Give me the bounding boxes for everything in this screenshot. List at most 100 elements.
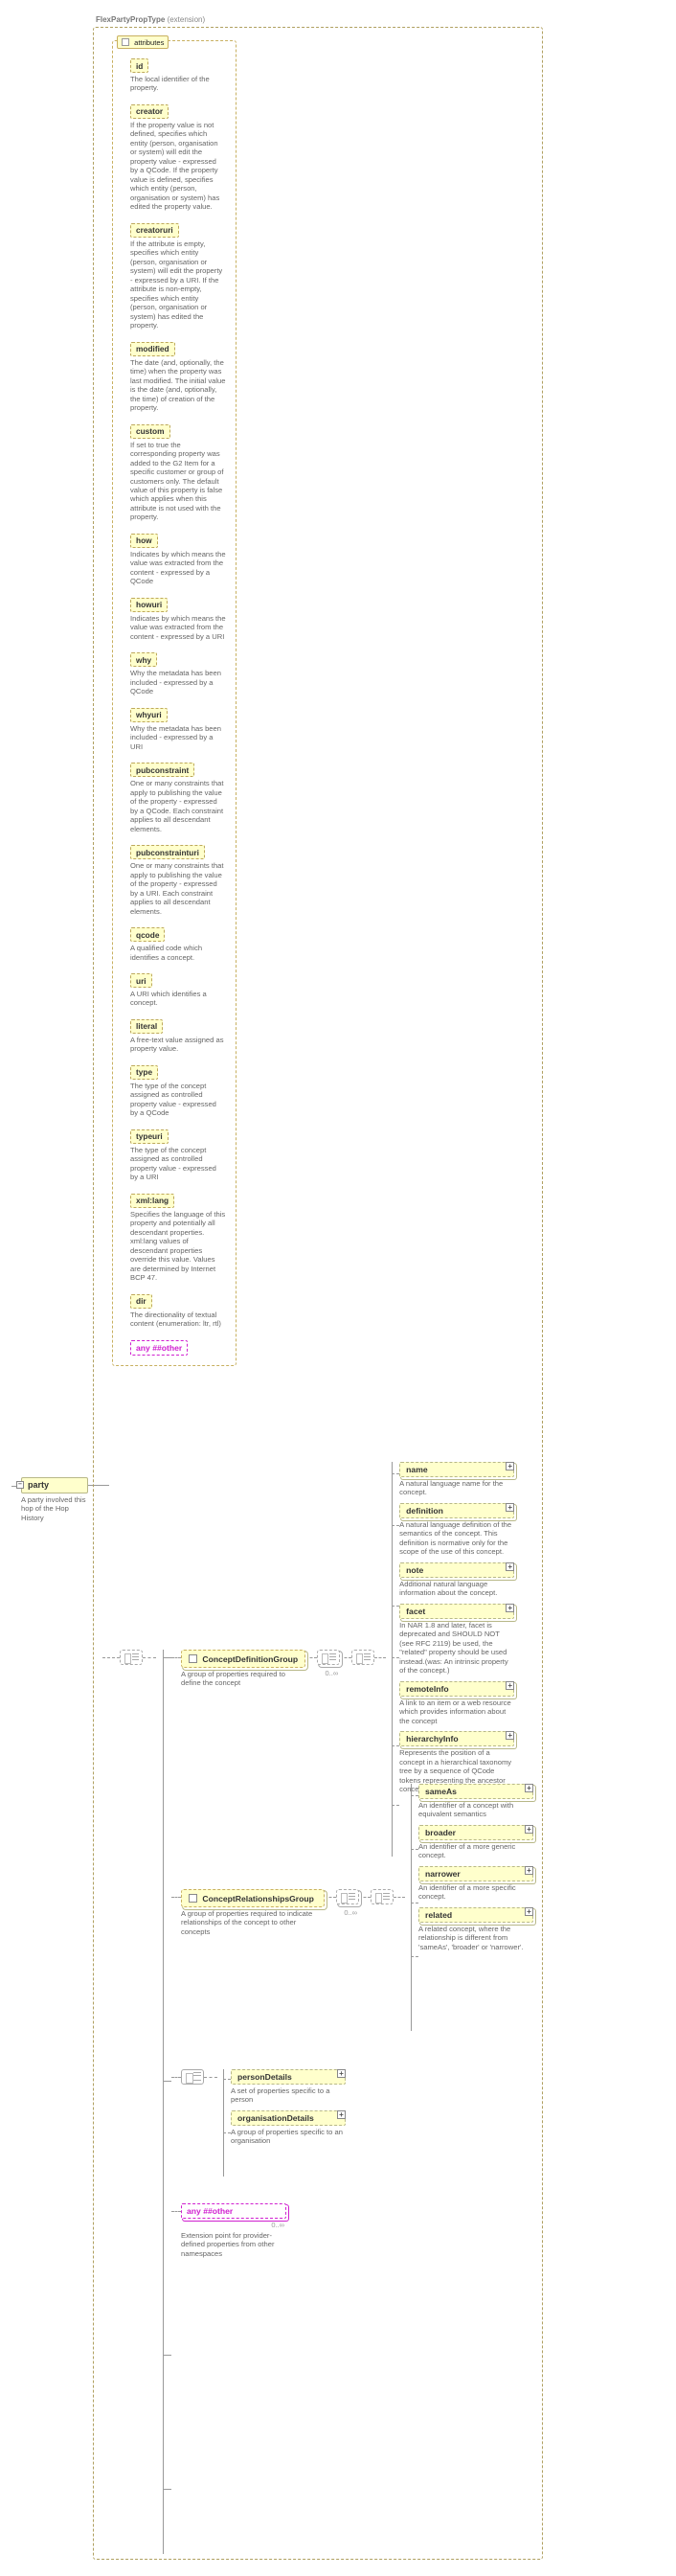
attribute-name[interactable]: why	[130, 652, 157, 667]
attributes-header[interactable]: attributes	[117, 35, 169, 49]
occurrence: 0..∞	[336, 1908, 359, 1917]
attribute-name[interactable]: id	[130, 58, 148, 73]
element-box[interactable]: note	[399, 1562, 514, 1578]
element-box[interactable]: organisationDetails	[231, 2110, 346, 2126]
attribute-id: id The local identifier of the property.	[130, 58, 229, 93]
attribute-doc: If the property value is not defined, sp…	[130, 121, 226, 212]
expand-icon[interactable]	[506, 1731, 514, 1740]
element-box[interactable]: broader	[418, 1825, 533, 1840]
attribute-name[interactable]: creatoruri	[130, 223, 179, 238]
attribute-name[interactable]: qcode	[130, 927, 165, 942]
sequence-icon	[351, 1650, 374, 1665]
element-box[interactable]: hierarchyInfo	[399, 1731, 514, 1746]
attribute-name[interactable]: uri	[130, 973, 152, 988]
element-box[interactable]: name	[399, 1462, 514, 1477]
attribute-doc: Indicates by which means the value was e…	[130, 550, 226, 586]
sequence-icon	[317, 1650, 340, 1665]
expand-icon[interactable]	[525, 1866, 533, 1875]
sequence-icon	[336, 1889, 359, 1904]
extension-label: FlexPartyPropType (extension)	[96, 15, 205, 24]
extension-typename: FlexPartyPropType	[96, 15, 165, 24]
attribute-qcode: qcode A qualified code which identifies a…	[130, 927, 229, 962]
attribute-doc: Specifies the language of this property …	[130, 1210, 226, 1283]
attribute-creatoruri: creatoruriIf the attribute is empty, spe…	[130, 223, 229, 331]
attribute-doc: Why the metadata has been included - exp…	[130, 724, 226, 751]
element-box[interactable]: definition	[399, 1503, 514, 1518]
expand-icon[interactable]	[506, 1462, 514, 1470]
element-box[interactable]: sameAs	[418, 1784, 533, 1799]
attribute-doc: The type of the concept assigned as cont…	[130, 1146, 226, 1182]
attribute-doc: A qualified code which identifies a conc…	[130, 944, 226, 962]
element-box[interactable]: narrower	[418, 1866, 533, 1881]
attribute-why: why Why the metadata has been included - …	[130, 652, 229, 695]
attribute-name[interactable]: pubconstrainturi	[130, 845, 205, 859]
element-name: nameA natural language name for the conc…	[399, 1462, 514, 1497]
group-label: ConceptDefinitionGroup	[202, 1654, 298, 1664]
attribute-name[interactable]: howuri	[130, 598, 168, 612]
element-doc: An identifier of a concept with equivale…	[418, 1801, 533, 1819]
attribute-name[interactable]: dir	[130, 1294, 152, 1309]
attribute-name[interactable]: pubconstraint	[130, 763, 194, 777]
attribute-typeuri: typeuri The type of the concept assigned …	[130, 1129, 229, 1182]
attribute-wildcard: any ##other	[130, 1340, 229, 1356]
attribute-name[interactable]: whyuri	[130, 708, 168, 722]
group-conceptrelationships[interactable]: ConceptRelationshipsGroup	[181, 1889, 325, 1907]
attribute-dir: dirThe directionality of textual content…	[130, 1294, 229, 1329]
collapse-icon[interactable]	[122, 38, 129, 46]
element-organisationdetails: organisationDetails A group of properties…	[231, 2110, 346, 2146]
element-box[interactable]: personDetails	[231, 2069, 346, 2085]
attribute-doc: One or many constraints that apply to pu…	[130, 779, 226, 833]
attribute-pubconstrainturi: pubconstrainturiOne or many constraints …	[130, 845, 229, 916]
element-broader: broaderAn identifier of a more generic c…	[418, 1825, 533, 1860]
element-doc: A set of properties specific to a person	[231, 2086, 346, 2105]
wildcard-any-other[interactable]: any ##other	[130, 1340, 188, 1356]
expand-icon[interactable]	[525, 1907, 533, 1916]
expand-icon[interactable]	[337, 2069, 346, 2078]
element-box[interactable]: facet	[399, 1604, 514, 1619]
element-doc: Additional natural language information …	[399, 1580, 514, 1598]
element-box[interactable]: related	[418, 1907, 533, 1923]
group-conceptdefinition[interactable]: ConceptDefinitionGroup	[181, 1650, 305, 1668]
attribute-name[interactable]: creator	[130, 104, 169, 119]
expand-icon[interactable]	[506, 1562, 514, 1571]
element-doc: In NAR 1.8 and later, facet is deprecate…	[399, 1621, 514, 1676]
wildcard-extension-point[interactable]: any ##other	[181, 2203, 286, 2219]
element-doc: A group of properties specific to an org…	[231, 2128, 346, 2146]
conceptrelationships-children: sameAs An identifier of a concept with eq…	[418, 1784, 533, 2031]
element-box[interactable]: remoteInfo	[399, 1681, 514, 1697]
attribute-doc: Why the metadata has been included - exp…	[130, 669, 226, 695]
sequence-icon	[120, 1650, 143, 1665]
expand-icon[interactable]	[525, 1825, 533, 1834]
element-facet: facet In NAR 1.8 and later, facet is depr…	[399, 1604, 514, 1676]
attribute-doc: The local identifier of the property.	[130, 75, 226, 93]
attribute-howuri: howuriIndicates by which means the value…	[130, 598, 229, 641]
attribute-doc: If set to true the corresponding propert…	[130, 441, 226, 522]
attribute-name[interactable]: type	[130, 1065, 158, 1080]
expand-icon[interactable]	[506, 1604, 514, 1612]
entity-details-children: personDetailsA set of properties specifi…	[231, 2069, 346, 2177]
element-party[interactable]: party	[21, 1477, 88, 1493]
attribute-whyuri: whyuri Why the metadata has been included…	[130, 708, 229, 751]
attributes-list: id The local identifier of the property. c…	[130, 58, 229, 1329]
collapse-icon[interactable]	[16, 1481, 24, 1489]
expand-icon[interactable]	[506, 1503, 514, 1512]
attribute-name[interactable]: xml:lang	[130, 1194, 174, 1208]
element-remoteinfo: remoteInfoA link to an item or a web res…	[399, 1681, 514, 1725]
attribute-xmllang: xml:lang Specifies the language of this p…	[130, 1194, 229, 1283]
expand-icon[interactable]	[525, 1784, 533, 1792]
element-doc: A link to an item or a web resource whic…	[399, 1698, 514, 1725]
expand-icon[interactable]	[337, 2110, 346, 2119]
attribute-name[interactable]: modified	[130, 342, 175, 356]
attribute-pubconstraint: pubconstraint One or many constraints tha…	[130, 763, 229, 833]
element-narrower: narrower An identifier of a more specific…	[418, 1866, 533, 1902]
attribute-name[interactable]: custom	[130, 424, 170, 439]
attribute-name[interactable]: typeuri	[130, 1129, 169, 1144]
children-cluster: ConceptDefinitionGroup A group of proper…	[102, 1650, 639, 2554]
attributes-container: attributes idThe local identifier of the…	[112, 40, 237, 1366]
attribute-name[interactable]: literal	[130, 1019, 163, 1034]
attribute-name[interactable]: how	[130, 534, 158, 548]
element-doc: An identifier of a more specific concept…	[418, 1883, 533, 1902]
expand-icon[interactable]	[506, 1681, 514, 1690]
attribute-doc: A URI which identifies a concept.	[130, 990, 226, 1008]
element-persondetails: personDetailsA set of properties specifi…	[231, 2069, 346, 2105]
